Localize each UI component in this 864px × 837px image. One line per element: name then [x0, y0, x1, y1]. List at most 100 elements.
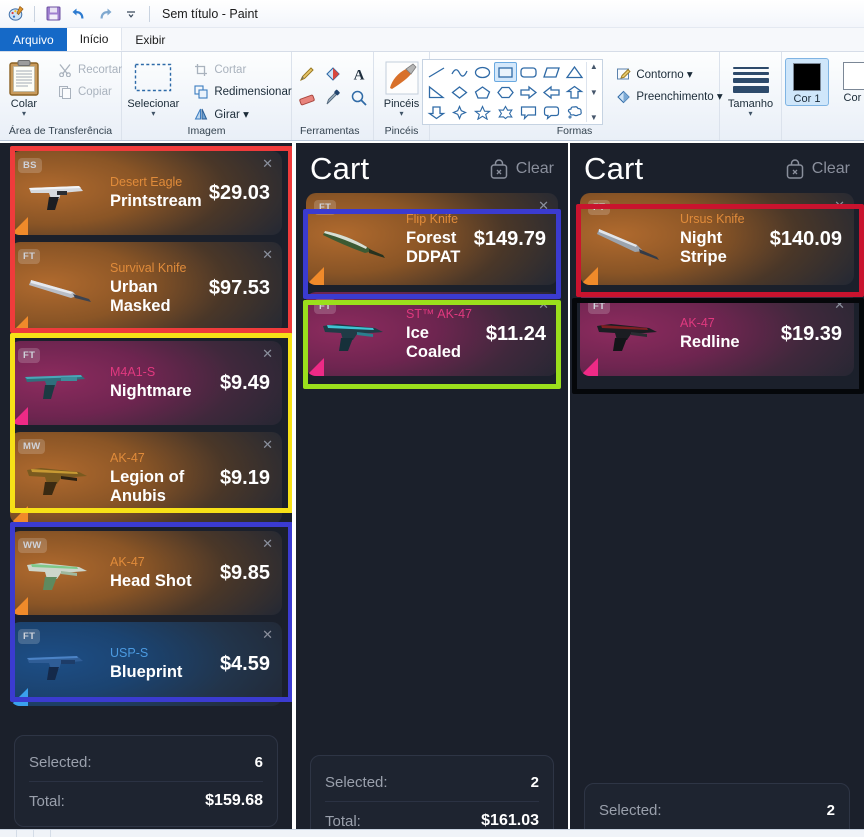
- chevron-down-icon[interactable]: ▾: [399, 110, 403, 117]
- shapes-scrollbar[interactable]: ▲ ▼ ▼: [586, 62, 600, 122]
- divider: [149, 6, 150, 22]
- crop-button[interactable]: Cortar: [189, 60, 295, 80]
- shape-rounded-callout[interactable]: [540, 102, 563, 122]
- cut-button[interactable]: Recortar: [53, 60, 126, 80]
- shape-pentagon[interactable]: [471, 82, 494, 102]
- scroll-down-icon[interactable]: ▼: [590, 88, 598, 97]
- copy-button[interactable]: Copiar: [53, 82, 126, 102]
- wear-badge: BS: [18, 158, 42, 173]
- cart-header-2: Cart Clear: [296, 143, 568, 193]
- shape-rect-callout[interactable]: [517, 102, 540, 122]
- text-a-icon[interactable]: A: [346, 62, 372, 86]
- shape-hexagon[interactable]: [494, 82, 517, 102]
- cart-item-nightmare[interactable]: FT ✕ M4A1-S Nightmare: [10, 341, 282, 425]
- cart-item-forest-ddpat[interactable]: FT ✕ Flip Knife Forest DDPAT $: [306, 193, 558, 285]
- shape-down-arrow[interactable]: [425, 102, 448, 122]
- shape-cloud-callout[interactable]: [563, 102, 586, 122]
- shape-up-arrow[interactable]: [563, 82, 586, 102]
- shape-right-triangle[interactable]: [425, 82, 448, 102]
- shape-right-arrow[interactable]: [517, 82, 540, 102]
- selected-value: 2: [531, 774, 539, 791]
- redo-icon[interactable]: [95, 4, 115, 24]
- shape-rounded-rect[interactable]: [517, 62, 540, 82]
- wear-badge: WW: [18, 538, 47, 553]
- cart-item-urban-masked[interactable]: FT ✕ Survival Knife Urban Masked: [10, 242, 282, 334]
- remove-item-icon[interactable]: ✕: [262, 628, 273, 641]
- crop-label: Cortar: [214, 64, 246, 76]
- paint-icon[interactable]: [6, 4, 26, 24]
- item-weapon: AK-47: [110, 555, 216, 569]
- select-button[interactable]: Selecionar ▾: [117, 56, 189, 117]
- ribbon-group-clipboard: Colar ▾ Recortar: [0, 52, 122, 140]
- chevron-down-icon[interactable]: ▾: [22, 110, 26, 117]
- paint-window: Sem título - Paint Arquivo Início Exibir: [0, 0, 864, 837]
- shape-four-point-star[interactable]: [448, 102, 471, 122]
- clear-cart-button[interactable]: Clear: [785, 159, 850, 180]
- size-button[interactable]: Tamanho ▾: [723, 56, 779, 117]
- cart-items-3: FT ✕ Ursus Knife Night Stripe: [570, 193, 864, 376]
- select-rect-icon: [133, 58, 173, 98]
- remove-item-icon[interactable]: ✕: [834, 199, 845, 212]
- scroll-expand-icon[interactable]: ▼: [590, 113, 598, 122]
- remove-item-icon[interactable]: ✕: [262, 248, 273, 261]
- cart-item-night-stripe[interactable]: FT ✕ Ursus Knife Night Stripe: [580, 193, 854, 285]
- color-1-swatch: [793, 63, 821, 91]
- remove-item-icon[interactable]: ✕: [262, 347, 273, 360]
- shape-triangle[interactable]: [563, 62, 586, 82]
- save-icon[interactable]: [43, 4, 63, 24]
- remove-item-icon[interactable]: ✕: [538, 199, 549, 212]
- cart-item-blueprint[interactable]: FT ✕ USP-S Blueprint: [10, 622, 282, 706]
- selected-label: Selected:: [599, 802, 662, 819]
- resize-button[interactable]: Redimensionar: [189, 82, 295, 102]
- fill-bucket-icon[interactable]: [320, 62, 346, 86]
- shape-left-arrow[interactable]: [540, 82, 563, 102]
- tab-inicio[interactable]: Início: [67, 28, 123, 51]
- shape-six-point-star[interactable]: [494, 102, 517, 122]
- eraser-icon[interactable]: [294, 86, 320, 110]
- shape-rectangle[interactable]: [494, 62, 517, 82]
- color-1-button[interactable]: Cor 1: [785, 58, 829, 106]
- shape-diamond[interactable]: [448, 82, 471, 102]
- color-2-button[interactable]: Cor 2: [835, 58, 864, 104]
- shape-line[interactable]: [425, 62, 448, 82]
- remove-item-icon[interactable]: ✕: [834, 298, 845, 311]
- paste-button[interactable]: Colar ▾: [0, 56, 53, 117]
- outline-button[interactable]: Contorno ▾: [611, 64, 726, 84]
- crop-icon: [193, 62, 209, 78]
- item-thumbnail: [588, 209, 674, 269]
- chevron-down-icon[interactable]: ▾: [748, 110, 752, 117]
- cart-item-ice-coaled[interactable]: FT ✕ ST™ AK-47 Ice Coaled: [306, 292, 558, 376]
- selected-label: Selected:: [325, 774, 388, 791]
- pencil-icon[interactable]: [294, 62, 320, 86]
- item-info: AK-47 Legion of Anubis: [104, 451, 216, 505]
- shape-quadrilateral[interactable]: [540, 62, 563, 82]
- rotate-button[interactable]: Girar ▾: [189, 104, 295, 124]
- undo-icon[interactable]: [69, 4, 89, 24]
- scroll-up-icon[interactable]: ▲: [590, 62, 598, 71]
- cart-item-printstream[interactable]: BS ✕ Desert Eagle Printstream: [10, 151, 282, 235]
- cart-item-legion-of-anubis[interactable]: MW ✕ AK-47 Legion of Anubis: [10, 432, 282, 524]
- copy-label: Copiar: [78, 86, 112, 98]
- color-picker-icon[interactable]: [320, 86, 346, 110]
- remove-item-icon[interactable]: ✕: [538, 298, 549, 311]
- remove-item-icon[interactable]: ✕: [262, 438, 273, 451]
- cart-item-head-shot[interactable]: WW ✕ AK-47 Head Shot: [10, 531, 282, 615]
- shape-curve[interactable]: [448, 62, 471, 82]
- item-info: Desert Eagle Printstream: [104, 175, 205, 210]
- chevron-down-icon[interactable]: ▾: [151, 110, 155, 117]
- remove-item-icon[interactable]: ✕: [262, 537, 273, 550]
- tab-exibir[interactable]: Exibir: [122, 28, 178, 51]
- fill-button[interactable]: Preenchimento ▾: [611, 86, 726, 106]
- tab-arquivo[interactable]: Arquivo: [0, 28, 67, 51]
- shape-five-point-star[interactable]: [471, 102, 494, 122]
- brushes-button[interactable]: Pincéis ▾: [377, 56, 427, 117]
- magnifier-icon[interactable]: [346, 86, 372, 110]
- clear-cart-button[interactable]: Clear: [489, 159, 554, 180]
- paint-canvas[interactable]: BS ✕ Desert Eagle Printstream: [0, 143, 864, 837]
- shape-ellipse[interactable]: [471, 62, 494, 82]
- cart-item-redline[interactable]: FT ✕ AK-47 Redline: [580, 292, 854, 376]
- rarity-corner-icon: [306, 358, 324, 376]
- customize-caret-icon[interactable]: [121, 4, 141, 24]
- rarity-corner-icon: [10, 407, 28, 425]
- remove-item-icon[interactable]: ✕: [262, 157, 273, 170]
